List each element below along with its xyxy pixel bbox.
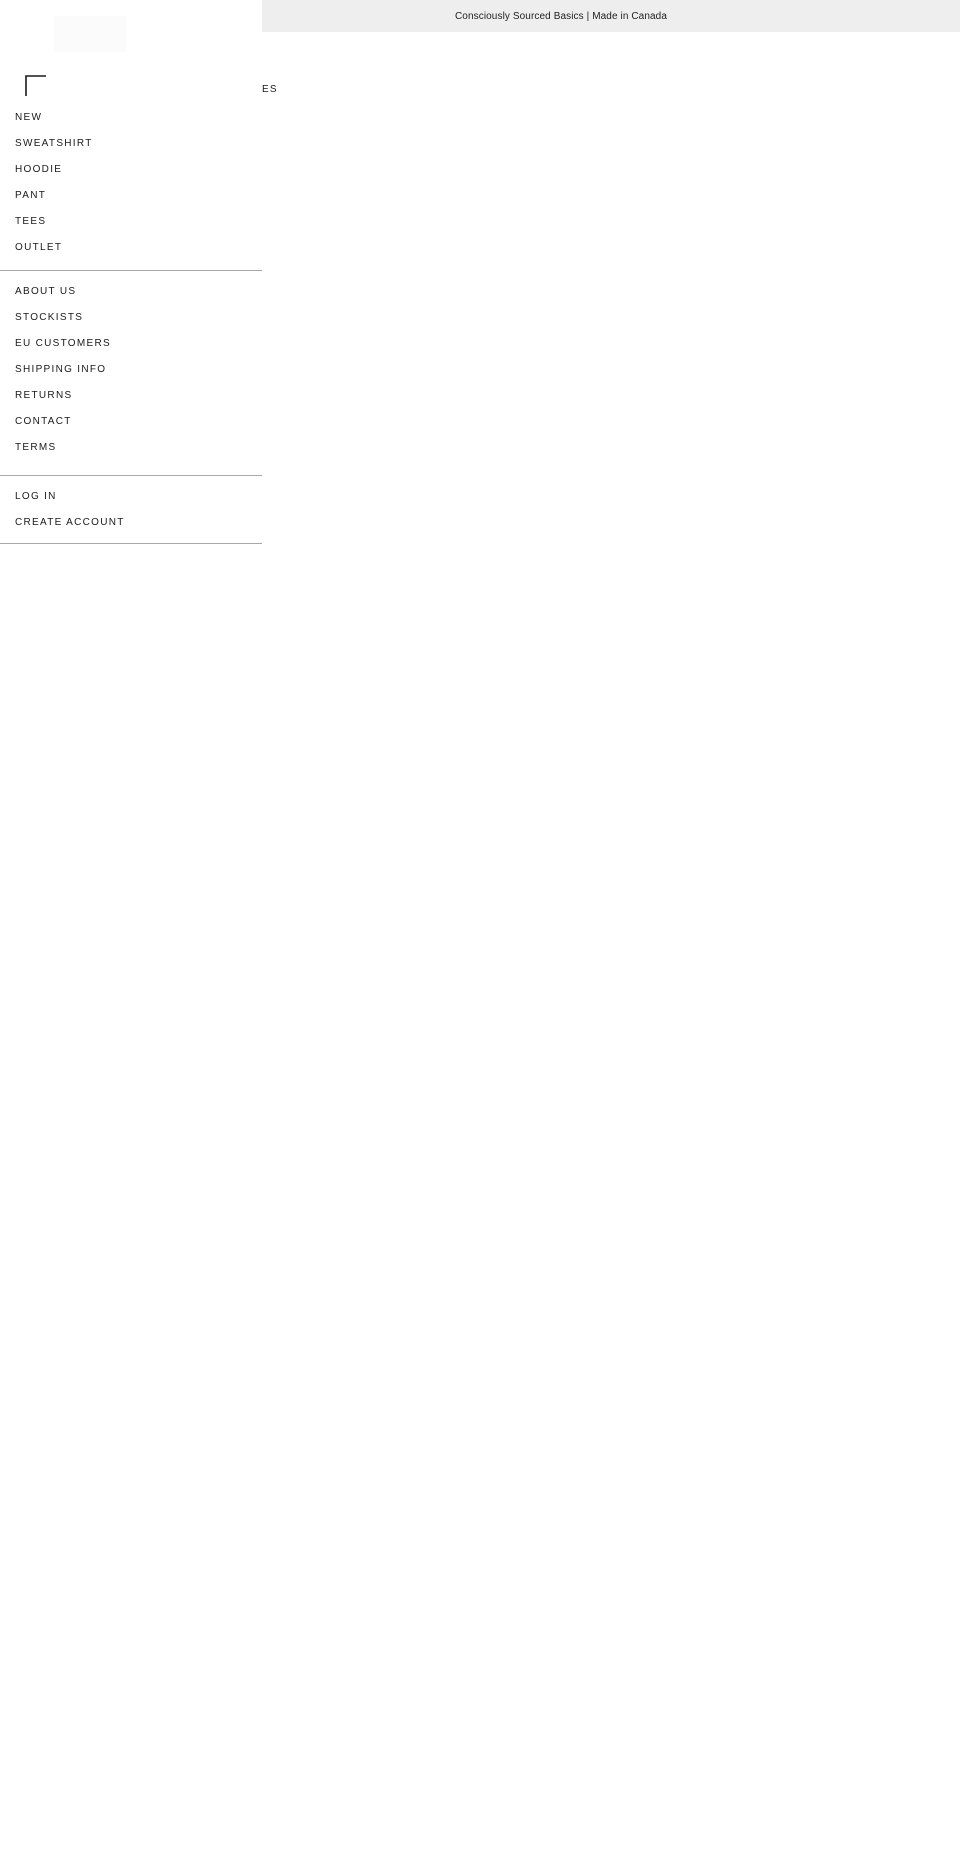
divider: [0, 270, 262, 271]
primary-nav: NEW SWEATSHIRT HOODIE PANT TEES OUTLET: [0, 105, 262, 261]
account-nav: LOG IN CREATE ACCOUNT: [0, 484, 262, 536]
mobile-menu-drawer: NEW SWEATSHIRT HOODIE PANT TEES OUTLET A…: [0, 0, 262, 544]
nav-item-shipping-info[interactable]: SHIPPING INFO: [0, 357, 262, 383]
nav-item-hoodie[interactable]: HOODIE: [0, 157, 262, 183]
nav-item-sweatshirt[interactable]: SWEATSHIRT: [0, 131, 262, 157]
nav-item-about-us[interactable]: ABOUT US: [0, 279, 262, 305]
close-menu-button[interactable]: [24, 74, 48, 98]
divider: [0, 543, 262, 544]
nav-item-pant[interactable]: PANT: [0, 183, 262, 209]
nav-item-eu-customers[interactable]: EU CUSTOMERS: [0, 331, 262, 357]
create-account-link[interactable]: CREATE ACCOUNT: [0, 510, 262, 536]
nav-item-outlet[interactable]: OUTLET: [0, 235, 262, 261]
log-in-link[interactable]: LOG IN: [0, 484, 262, 510]
nav-item-tees[interactable]: TEES: [0, 209, 262, 235]
background-nav-item-fragment[interactable]: ES: [262, 84, 278, 96]
logo[interactable]: [54, 16, 126, 52]
nav-item-terms[interactable]: TERMS: [0, 435, 262, 461]
nav-item-stockists[interactable]: STOCKISTS: [0, 305, 262, 331]
announcement-text: Consciously Sourced Basics | Made in Can…: [454, 10, 667, 22]
nav-item-new[interactable]: NEW: [0, 105, 262, 131]
nav-item-contact[interactable]: CONTACT: [0, 409, 262, 435]
divider: [0, 475, 262, 476]
close-icon: [25, 75, 46, 96]
announcement-bar: Consciously Sourced Basics | Made in Can…: [262, 0, 960, 32]
secondary-nav: ABOUT US STOCKISTS EU CUSTOMERS SHIPPING…: [0, 279, 262, 461]
nav-item-returns[interactable]: RETURNS: [0, 383, 262, 409]
